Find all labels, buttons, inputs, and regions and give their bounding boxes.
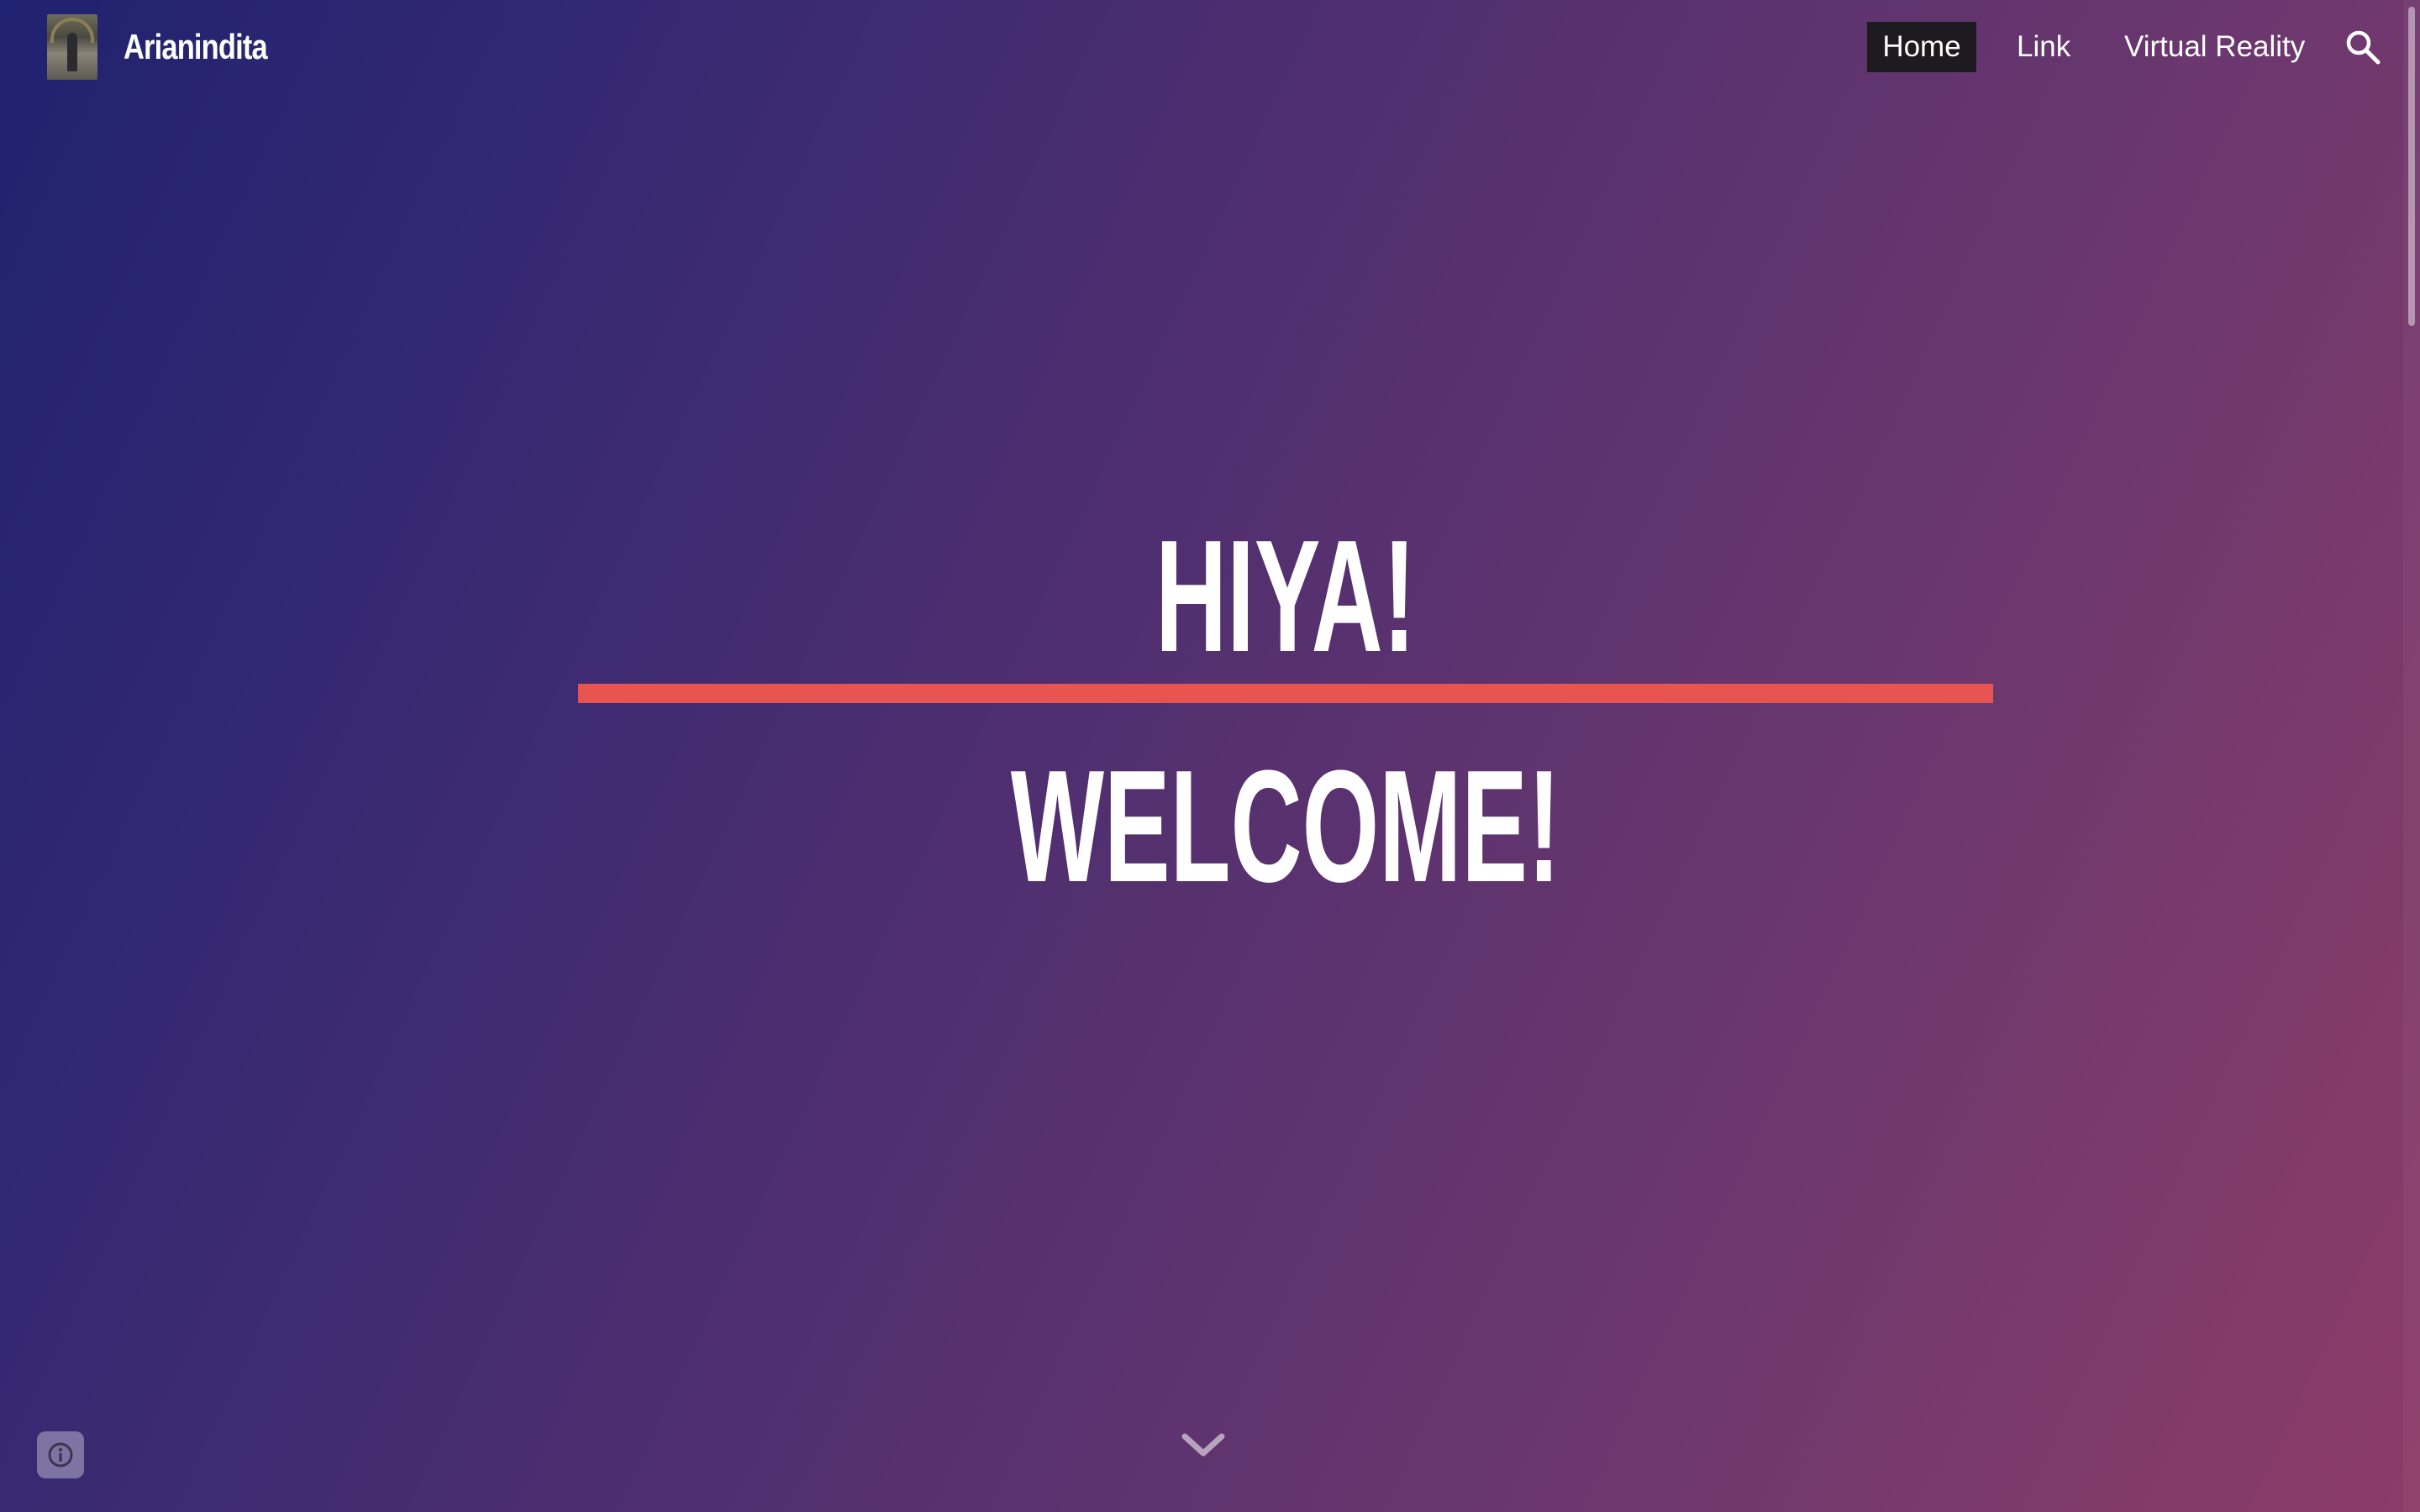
- hero-divider: [578, 684, 1993, 703]
- search-icon[interactable]: [2344, 29, 2381, 66]
- site-title[interactable]: Arianindita: [124, 22, 268, 72]
- nav-item-home[interactable]: Home: [1867, 22, 1976, 72]
- nav-item-virtual-reality[interactable]: Virtual Reality: [2124, 22, 2305, 72]
- site-header: Arianindita Home Link Virtual Reality: [0, 0, 2420, 94]
- nav-item-link[interactable]: Link: [2017, 22, 2070, 72]
- site-logo[interactable]: [47, 14, 97, 80]
- info-button[interactable]: [37, 1431, 84, 1478]
- info-icon: [48, 1442, 73, 1467]
- hero-heading-hiya: HIYA!: [1155, 507, 1416, 685]
- chevron-down-icon[interactable]: [1180, 1428, 1227, 1462]
- scrollbar-thumb[interactable]: [2408, 7, 2415, 326]
- logo-figure: [67, 33, 77, 71]
- hero-heading-welcome: WELCOME!: [1010, 738, 1561, 916]
